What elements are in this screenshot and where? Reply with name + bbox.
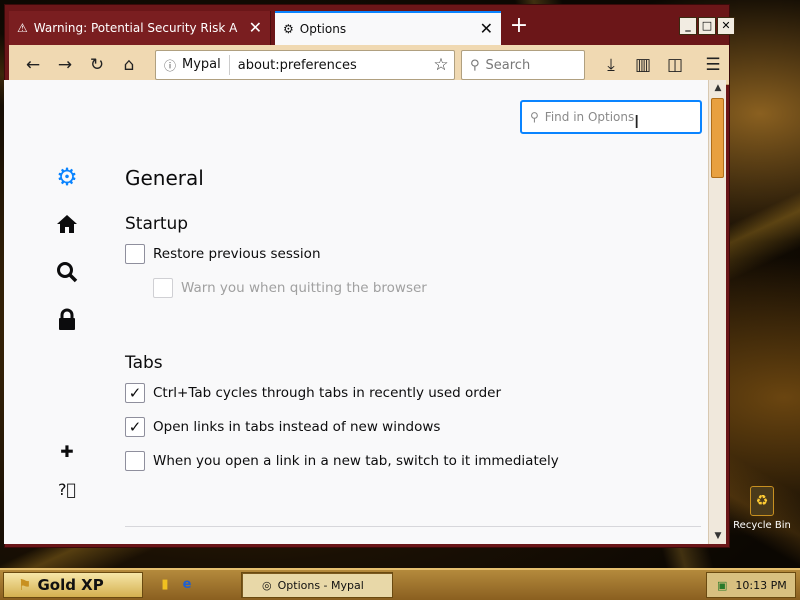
search-placeholder: Search	[485, 57, 531, 73]
checkmark-icon: ✓	[128, 384, 142, 402]
text-cursor-icon: I	[634, 112, 640, 133]
start-button[interactable]: ⚑ Gold XP	[3, 572, 143, 598]
new-tab-button[interactable]: +	[507, 15, 531, 39]
downloads-button[interactable]: ⤓	[597, 51, 625, 79]
recycle-bin-label: Recycle Bin	[733, 520, 791, 531]
puzzle-piece-icon: ✚	[60, 441, 74, 461]
taskbar: ⚑ Gold XP ▮ e ◎ Options - Mypal ▣ 10:13 …	[0, 568, 800, 600]
sidebar-button[interactable]: ◫	[661, 51, 689, 79]
forward-button[interactable]: →	[51, 51, 79, 79]
url-text[interactable]: about:preferences	[230, 58, 428, 73]
restore-session-label: Restore previous session	[153, 246, 321, 262]
menu-button[interactable]: ☰	[699, 51, 727, 79]
library-button[interactable]: ▥	[629, 51, 657, 79]
warn-quit-option: Warn you when quitting the browser	[153, 278, 427, 298]
switch-tab-option[interactable]: When you open a link in a new tab, switc…	[125, 451, 559, 471]
recycle-bin-shortcut[interactable]: ♻ Recycle Bin	[730, 486, 794, 531]
network-icon[interactable]: ▣	[717, 579, 727, 592]
category-privacy[interactable]	[54, 307, 80, 333]
site-identity[interactable]: Mypal	[180, 55, 230, 75]
close-tab-icon[interactable]: ✕	[480, 21, 493, 37]
warning-icon: ⚠	[17, 21, 28, 35]
download-icon: ⤓	[607, 55, 615, 75]
scroll-down-arrow-icon[interactable]: ▼	[709, 528, 727, 544]
taskbar-window-options[interactable]: ◎ Options - Mypal	[241, 572, 393, 598]
open-links-option[interactable]: ✓ Open links in tabs instead of new wind…	[125, 417, 440, 437]
tab-options[interactable]: ⚙ Options ✕	[275, 11, 501, 45]
quick-launch-browser[interactable]: e	[178, 575, 196, 593]
reload-icon: ↻	[89, 55, 105, 75]
ctrl-tab-option[interactable]: ✓ Ctrl+Tab cycles through tabs in recent…	[125, 383, 501, 403]
open-links-label: Open links in tabs instead of new window…	[153, 419, 441, 435]
back-arrow-icon: ←	[25, 55, 41, 75]
tab-strip: ⚠ Warning: Potential Security Risk A ✕ ⚙…	[9, 11, 735, 45]
restore-session-checkbox[interactable]	[125, 244, 145, 264]
sidebar-icon: ◫	[666, 55, 684, 75]
category-general[interactable]: ⚙	[54, 163, 80, 191]
folder-icon: ▮	[161, 576, 169, 592]
browser-app-icon: ◎	[262, 578, 272, 592]
close-window-button[interactable]: ✕	[717, 17, 735, 35]
preferences-page: ⚲ Find in Options I ⚙ ✚ ?⃝ General Start…	[4, 80, 708, 544]
switch-tab-checkbox[interactable]	[125, 451, 145, 471]
start-label: Gold XP	[37, 576, 104, 594]
startup-heading: Startup	[125, 214, 189, 234]
warn-quit-label: Warn you when quitting the browser	[181, 280, 427, 296]
category-search[interactable]	[54, 259, 80, 285]
close-tab-icon[interactable]: ✕	[249, 20, 262, 36]
find-in-options-input[interactable]: ⚲ Find in Options	[520, 100, 702, 134]
minimize-button[interactable]: _	[679, 17, 697, 35]
search-icon: ⚲	[470, 57, 480, 73]
forward-arrow-icon: →	[57, 55, 73, 75]
tab-title: Warning: Potential Security Risk A	[33, 21, 238, 35]
open-links-checkbox[interactable]: ✓	[125, 417, 145, 437]
restore-session-option[interactable]: Restore previous session	[125, 244, 321, 264]
scroll-up-arrow-icon[interactable]: ▲	[709, 80, 727, 96]
address-bar[interactable]: ⓘ Mypal about:preferences ☆	[155, 50, 455, 80]
help-icon: ?⃝	[57, 479, 77, 499]
site-info-icon[interactable]: ⓘ	[160, 57, 180, 74]
home-button[interactable]: ⌂	[115, 51, 143, 79]
back-button[interactable]: ←	[19, 51, 47, 79]
switch-tab-label: When you open a link in a new tab, switc…	[153, 453, 559, 469]
ctrl-tab-checkbox[interactable]: ✓	[125, 383, 145, 403]
internet-explorer-icon: e	[182, 576, 192, 592]
hamburger-menu-icon: ☰	[705, 55, 721, 75]
find-placeholder: Find in Options	[544, 110, 635, 124]
search-icon	[57, 262, 78, 283]
scrollbar-thumb[interactable]	[711, 98, 724, 178]
quick-launch-folder[interactable]: ▮	[156, 575, 174, 593]
system-tray: ▣ 10:13 PM	[706, 572, 796, 598]
checkmark-icon: ✓	[128, 418, 142, 436]
extensions-themes-link[interactable]: ✚	[54, 438, 80, 464]
maximize-button[interactable]: □	[698, 17, 716, 35]
gear-icon: ⚙	[283, 22, 294, 36]
search-input[interactable]: ⚲ Search	[461, 50, 585, 80]
windows-flag-icon: ⚑	[18, 576, 32, 594]
navigation-toolbar: ← → ↻ ⌂ ⓘ Mypal about:preferences ☆ ⚲ Se…	[9, 45, 729, 85]
bookmark-star-icon[interactable]: ☆	[428, 55, 454, 75]
taskbar-window-label: Options - Mypal	[277, 578, 364, 592]
warn-quit-checkbox	[153, 278, 173, 298]
home-icon: ⌂	[123, 55, 135, 75]
gear-icon: ⚙	[56, 163, 78, 191]
search-icon: ⚲	[530, 110, 539, 124]
clock[interactable]: 10:13 PM	[735, 579, 786, 592]
support-link[interactable]: ?⃝	[54, 476, 80, 502]
category-home[interactable]	[54, 211, 80, 237]
recycle-bin-icon: ♻	[750, 486, 774, 516]
tab-security-warning[interactable]: ⚠ Warning: Potential Security Risk A ✕	[9, 11, 271, 45]
home-icon	[57, 215, 77, 233]
section-divider	[125, 526, 701, 527]
tab-title: Options	[299, 22, 347, 36]
library-icon: ▥	[634, 55, 652, 75]
vertical-scrollbar[interactable]: ▲ ▼	[708, 80, 726, 544]
ctrl-tab-label: Ctrl+Tab cycles through tabs in recently…	[153, 385, 502, 401]
tabs-heading: Tabs	[125, 353, 163, 373]
reload-button[interactable]: ↻	[83, 51, 111, 79]
lock-icon	[59, 308, 75, 330]
page-title: General	[125, 166, 204, 190]
